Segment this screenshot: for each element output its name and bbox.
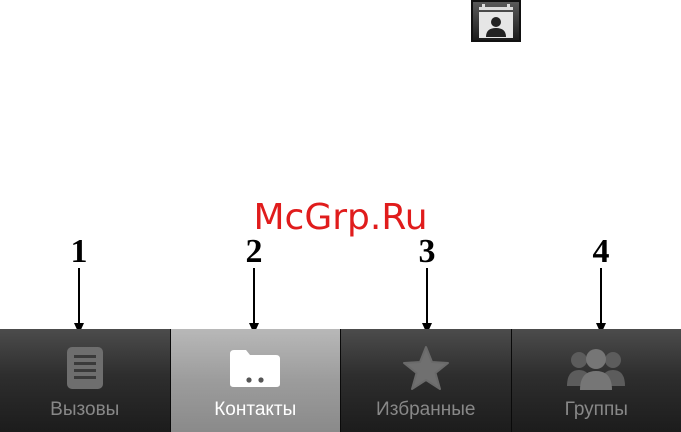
tab-label-contacts: Контакты (214, 399, 297, 420)
tab-favorites[interactable]: Избранные (341, 329, 512, 432)
contact-card-icon[interactable] (471, 0, 521, 42)
tab-label-groups: Группы (564, 399, 628, 420)
tab-bar: Вызовы Контакты Избранные Группы (0, 329, 681, 432)
callout-number-3: 3 (418, 233, 436, 270)
watermark: McGrp.Ru (253, 197, 428, 238)
callout-pointer-2 (249, 268, 259, 334)
star-icon (341, 345, 511, 391)
tab-label-calls: Вызовы (50, 399, 120, 420)
folder-icon (171, 345, 341, 391)
callout-pointer-4 (596, 268, 606, 334)
tab-contacts[interactable]: Контакты (170, 329, 341, 432)
callout-number-2: 2 (245, 233, 263, 270)
callout-number-1: 1 (70, 233, 88, 270)
call-log-icon (0, 345, 170, 391)
tab-call-log[interactable]: Вызовы (0, 329, 171, 432)
callout-number-4: 4 (592, 233, 610, 270)
callout-pointer-1 (74, 268, 84, 334)
tab-groups[interactable]: Группы (511, 329, 681, 432)
group-icon (512, 345, 681, 391)
tab-label-favorites: Избранные (376, 399, 476, 420)
callout-pointer-3 (422, 268, 432, 334)
